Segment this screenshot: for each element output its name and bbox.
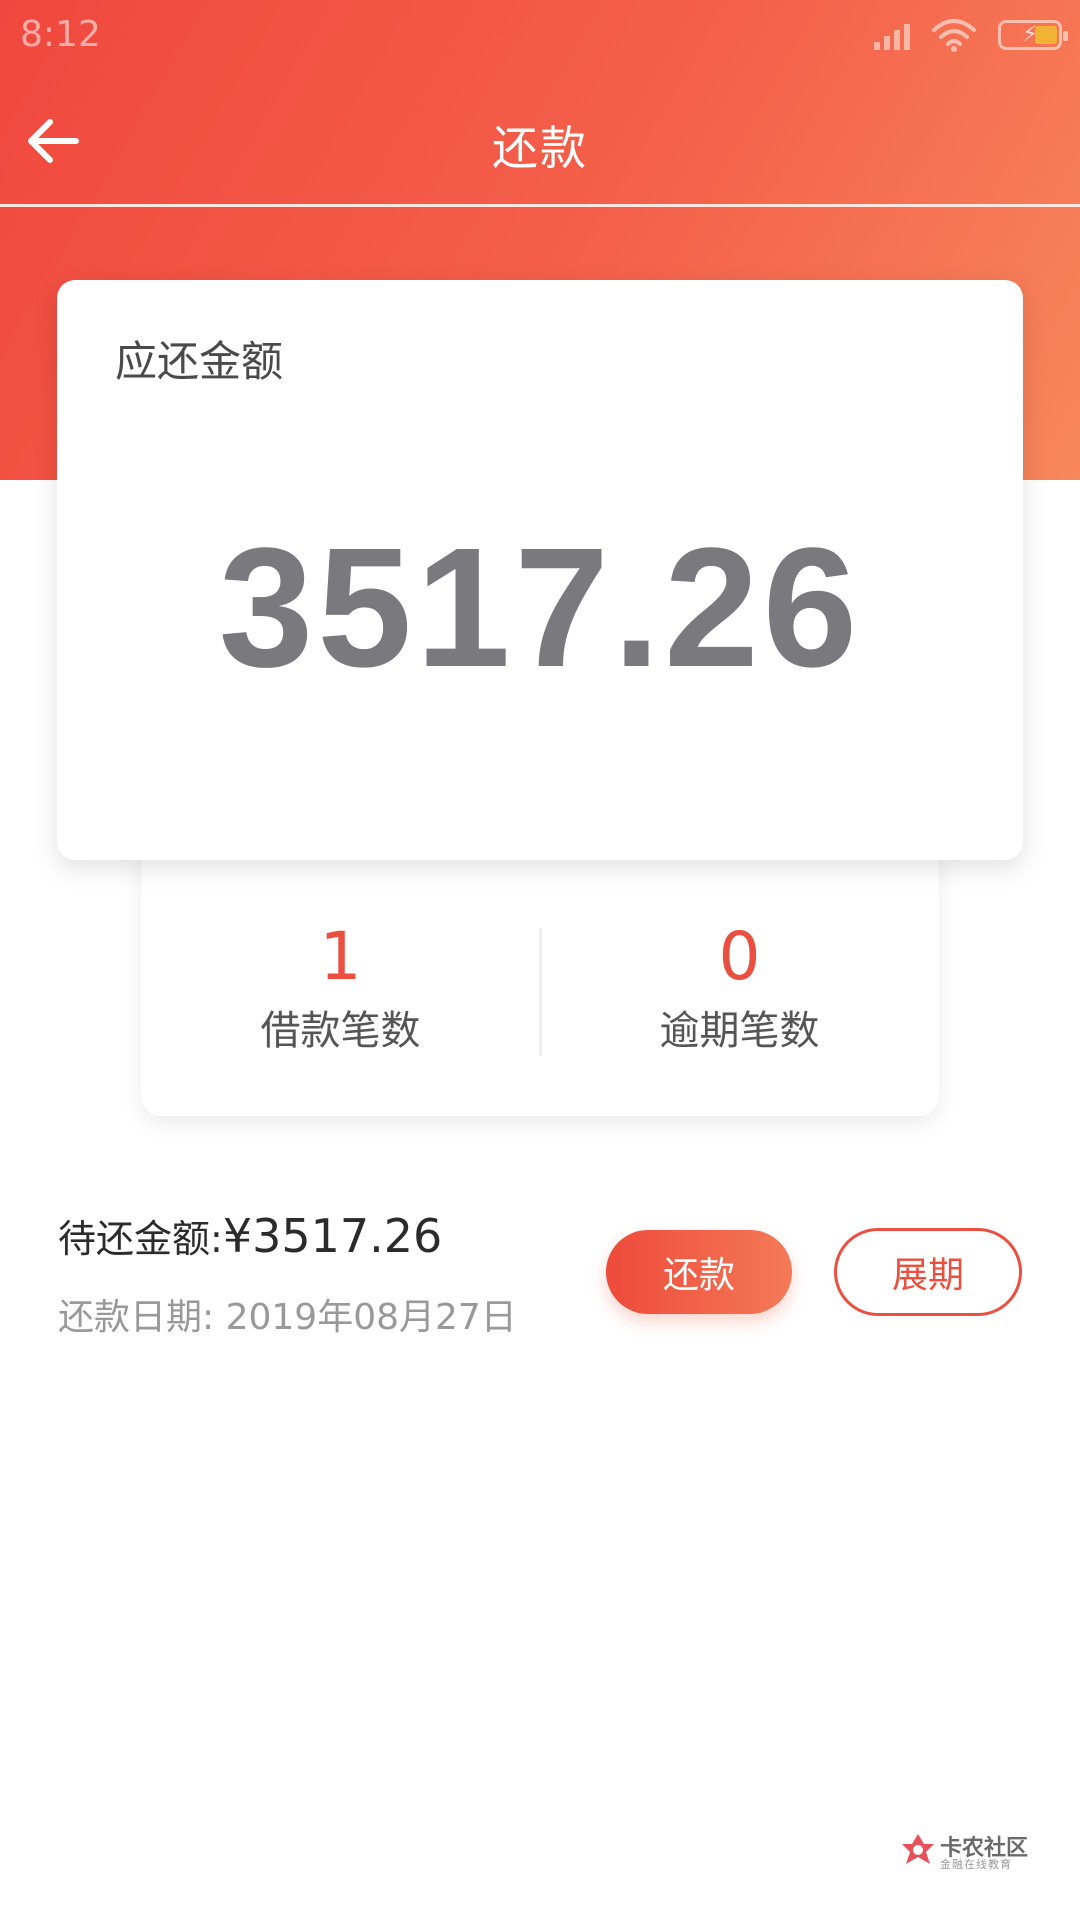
loan-count-stat: 1 借款笔数 bbox=[141, 830, 540, 1116]
watermark-sub-text: 金融在线教育 bbox=[940, 1858, 1012, 1871]
pending-amount-label: 待还金额: bbox=[58, 1217, 223, 1261]
signal-icon bbox=[874, 20, 910, 50]
repay-button[interactable]: 还款 bbox=[606, 1230, 792, 1314]
extend-button[interactable]: 展期 bbox=[834, 1228, 1022, 1316]
loan-count-value: 1 bbox=[319, 918, 362, 995]
page-title: 还款 bbox=[492, 121, 588, 175]
repay-date: 还款日期: 2019年08月27日 bbox=[58, 1297, 517, 1338]
pending-amount-value: ¥3517.26 bbox=[222, 1209, 443, 1263]
status-bar: 8:12 ⚡ bbox=[0, 0, 1080, 76]
overdue-count-label: 逾期笔数 bbox=[659, 1008, 820, 1054]
wifi-icon bbox=[932, 19, 976, 52]
loan-count-label: 借款笔数 bbox=[260, 1008, 421, 1054]
amount-due-value: 3517.26 bbox=[218, 513, 862, 703]
watermark-logo-icon bbox=[902, 1834, 934, 1864]
overdue-count-value: 0 bbox=[718, 918, 761, 995]
repayment-page: 8:12 ⚡ 还款 应还金额 3517.26 1 借款笔数 0 逾期笔数 待还金… bbox=[0, 0, 1080, 1920]
nav-bar: 还款 bbox=[0, 76, 1080, 204]
pending-amount: 待还金额:¥3517.26 bbox=[58, 1208, 442, 1263]
bolt-icon: ⚡ bbox=[1022, 22, 1038, 47]
nav-divider bbox=[0, 204, 1080, 207]
amount-due-card: 应还金额 3517.26 bbox=[57, 280, 1023, 860]
amount-due-label: 应还金额 bbox=[115, 337, 284, 386]
watermark: 卡农社区 金融在线教育 bbox=[900, 1830, 1050, 1874]
status-icons: ⚡ bbox=[874, 18, 1068, 52]
battery-level bbox=[1035, 26, 1057, 44]
loan-stats-card: 1 借款笔数 0 逾期笔数 bbox=[141, 830, 939, 1116]
battery-charging-icon: ⚡ bbox=[998, 20, 1068, 50]
overdue-count-stat: 0 逾期笔数 bbox=[540, 830, 939, 1116]
status-time: 8:12 bbox=[20, 14, 101, 55]
